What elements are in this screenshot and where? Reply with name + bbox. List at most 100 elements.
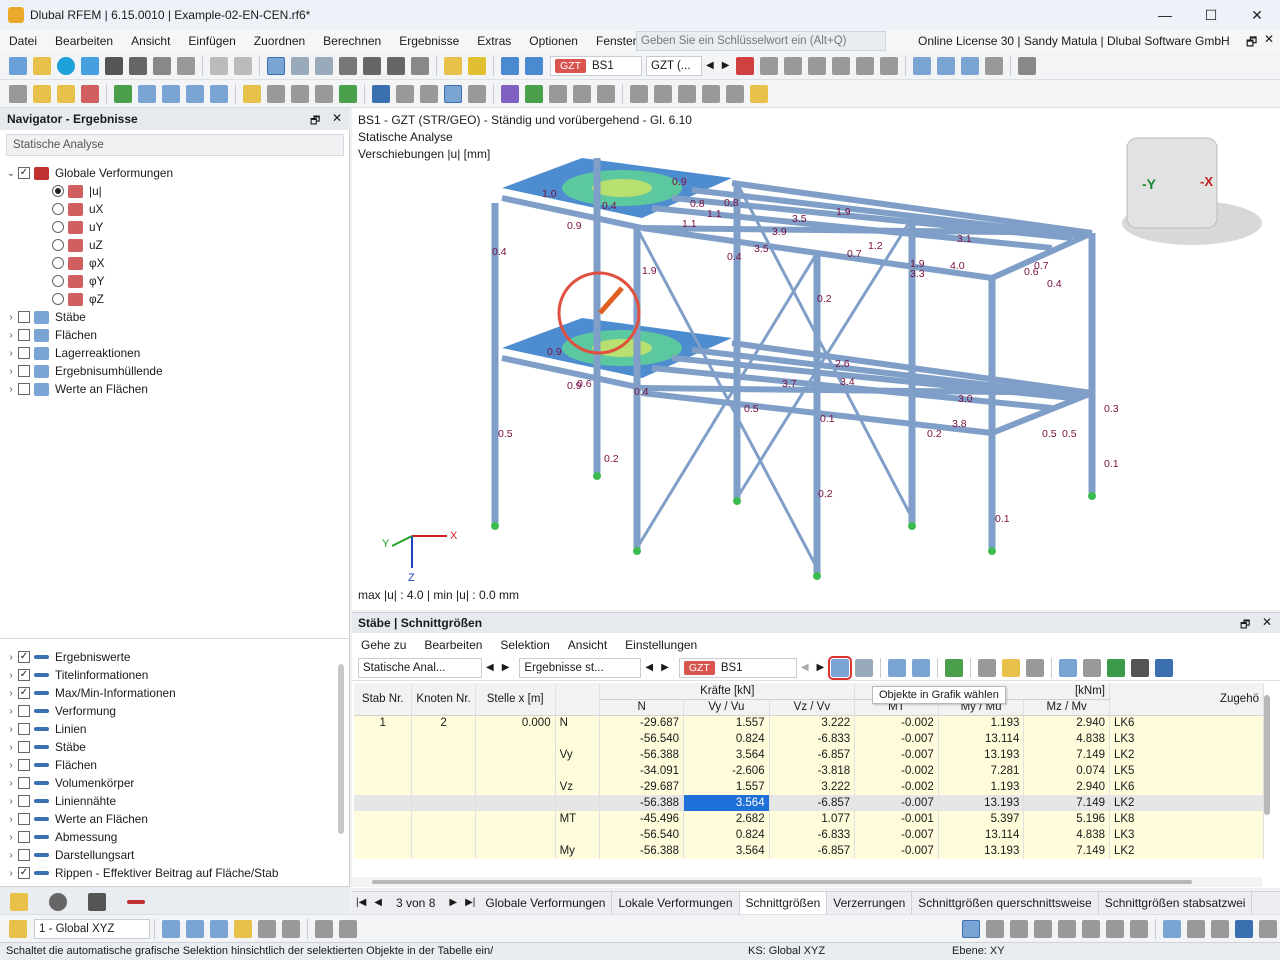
expand-icon[interactable]: ›	[4, 688, 18, 699]
tree-item-6[interactable]: φY	[38, 272, 105, 290]
menu-ansicht[interactable]: Ansicht	[122, 30, 179, 52]
load-icon[interactable]	[243, 84, 261, 103]
cell-stab[interactable]	[354, 731, 413, 747]
cell-lk[interactable]: LK2	[1109, 795, 1264, 811]
first-page-icon[interactable]: |◀	[356, 897, 366, 908]
box-icon[interactable]	[210, 84, 228, 103]
render-icon[interactable]	[549, 84, 567, 103]
cell-stab[interactable]: 1	[354, 715, 413, 731]
globe-icon[interactable]	[411, 56, 429, 75]
guide-display-icon[interactable]	[1211, 919, 1229, 938]
cell-type[interactable]	[555, 795, 601, 811]
cell-Vy[interactable]: 1.557	[683, 715, 770, 731]
cell-N[interactable]: -45.496	[599, 811, 685, 827]
print-table-icon[interactable]	[1131, 658, 1150, 677]
cell-lk[interactable]: LK2	[1109, 747, 1264, 763]
menu-extras[interactable]: Extras	[468, 30, 520, 52]
table-row[interactable]: -34.091 -2.606 -3.818 -0.002 7.281 0.074 LK5	[354, 763, 1264, 779]
filter-icon[interactable]	[372, 84, 390, 103]
cell-My[interactable]: 1.193	[938, 779, 1025, 795]
cell-My[interactable]: 13.193	[938, 747, 1025, 763]
support-icon[interactable]	[114, 84, 132, 103]
table-close-icon[interactable]: ✕	[1262, 615, 1272, 629]
snap-5-icon[interactable]	[726, 84, 744, 103]
cell-stelle[interactable]	[475, 827, 556, 843]
radio-button[interactable]	[52, 221, 64, 233]
expand-icon[interactable]: ›	[4, 670, 18, 681]
cell-stelle[interactable]	[475, 763, 556, 779]
cell-Mz[interactable]: 7.149	[1023, 795, 1110, 811]
display-item-10[interactable]: › Abmessung	[4, 828, 117, 846]
tab-verzerrungen[interactable]: Verzerrungen	[827, 891, 913, 914]
surface-load-icon[interactable]	[339, 84, 357, 103]
table-results-icon[interactable]	[888, 658, 907, 677]
tree-item-10[interactable]: › Lagerreaktionen	[4, 344, 140, 362]
display-item-9[interactable]: › Werte an Flächen	[4, 810, 148, 828]
snap-xy-icon[interactable]	[258, 919, 276, 938]
display-item-11[interactable]: › Darstellungsart	[4, 846, 134, 864]
table-row[interactable]: 1 2 0.000 N -29.687 1.557 3.222 -0.002 1.193 2.94…	[354, 715, 1264, 731]
nav-scrollbar[interactable]	[338, 664, 344, 834]
results-off-icon[interactable]	[736, 56, 755, 75]
radio-button[interactable]	[52, 293, 64, 305]
table-row[interactable]: Vy -56.388 3.564 -6.857 -0.007 13.193 7.149 LK2	[354, 747, 1264, 763]
cell-lk[interactable]: LK5	[1109, 763, 1264, 779]
cell-N[interactable]: -56.388	[599, 843, 685, 859]
close-button[interactable]: ✕	[1234, 0, 1280, 30]
cell-MT[interactable]: -0.007	[854, 731, 939, 747]
checkbox[interactable]	[18, 383, 30, 395]
export-icon[interactable]	[1026, 658, 1045, 677]
tab-lokale-verformungen[interactable]: Lokale Verformungen	[612, 891, 740, 914]
fill-icon[interactable]	[856, 56, 875, 75]
expand-icon[interactable]: ›	[4, 760, 18, 771]
table-menu-goto[interactable]: Gehe zu	[352, 635, 415, 655]
cell-Vz[interactable]: -6.833	[769, 827, 856, 843]
radio-button[interactable]	[52, 275, 64, 287]
checkbox[interactable]	[18, 759, 30, 771]
table-next-icon[interactable]: ▶	[502, 662, 510, 673]
table-row[interactable]: Vz -29.687 1.557 3.222 -0.002 1.193 2.940 LK6	[354, 779, 1264, 795]
raster-icon[interactable]	[962, 919, 980, 938]
checkbox[interactable]	[18, 705, 30, 717]
opening-icon[interactable]	[162, 84, 180, 103]
camera-tab-icon[interactable]	[88, 892, 106, 911]
columns-icon[interactable]	[978, 658, 997, 677]
cell-Mz[interactable]: 5.196	[1023, 811, 1110, 827]
checkbox[interactable]	[18, 813, 30, 825]
deform-icon[interactable]	[808, 56, 827, 75]
view-y-icon[interactable]	[420, 84, 438, 103]
checkbox[interactable]	[18, 831, 30, 843]
redo-icon[interactable]	[234, 56, 252, 75]
cell-N[interactable]: -56.388	[599, 795, 685, 811]
cell-N[interactable]: -29.687	[599, 779, 685, 795]
angle-icon[interactable]	[1058, 919, 1076, 938]
cell-Vz[interactable]: -6.833	[769, 731, 856, 747]
display-item-0[interactable]: › ✓ Ergebniswerte	[4, 648, 130, 666]
highlight-icon[interactable]	[750, 84, 768, 103]
cell-Vy[interactable]: 3.564	[683, 843, 770, 859]
menu-ergebnisse[interactable]: Ergebnisse	[390, 30, 468, 52]
expand-icon[interactable]: ›	[4, 850, 18, 861]
sync-selection-icon[interactable]	[855, 658, 874, 677]
cell-My[interactable]: 13.114	[938, 731, 1025, 747]
expand-icon[interactable]: ›	[4, 868, 18, 879]
cell-Mz[interactable]: 4.838	[1023, 827, 1110, 843]
snap-4-icon[interactable]	[702, 84, 720, 103]
table-menu-view[interactable]: Ansicht	[559, 635, 616, 655]
print-icon[interactable]	[129, 56, 147, 75]
pencil-icon[interactable]	[444, 56, 462, 75]
table-analysis-select[interactable]: Statische Anal...	[358, 657, 482, 678]
menu-einfuegen[interactable]: Einfügen	[179, 30, 244, 52]
cell-Vz[interactable]: 3.222	[769, 715, 856, 731]
tree-item-5[interactable]: φX	[38, 254, 105, 272]
line-load-icon[interactable]	[291, 84, 309, 103]
xxx-values-icon[interactable]	[937, 56, 956, 75]
script-icon[interactable]	[339, 56, 357, 75]
expand-icon[interactable]: ›	[4, 832, 18, 843]
cell-Vz[interactable]: -6.857	[769, 795, 856, 811]
display-item-5[interactable]: › Stäbe	[4, 738, 86, 756]
cell-stab[interactable]	[354, 747, 413, 763]
extra-display-icon[interactable]	[1259, 919, 1277, 938]
table-row[interactable]: -56.540 0.824 -6.833 -0.007 13.114 4.838 LK3	[354, 827, 1264, 843]
table-view-icon[interactable]	[267, 56, 285, 75]
